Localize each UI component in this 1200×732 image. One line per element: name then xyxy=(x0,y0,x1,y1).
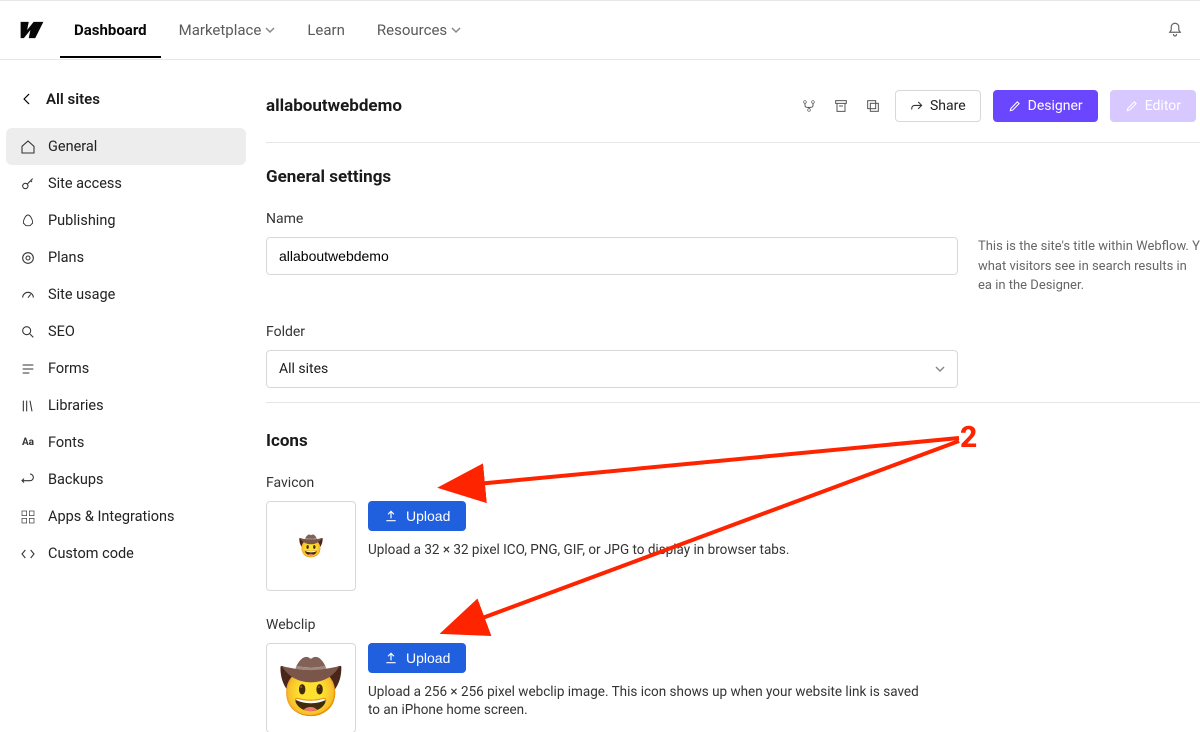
nav-resources-label: Resources xyxy=(377,21,447,39)
upload-label: Upload xyxy=(406,508,450,524)
sidebar-item-label: Libraries xyxy=(48,397,104,414)
bell-icon[interactable] xyxy=(1166,21,1184,39)
nav-marketplace-label: Marketplace xyxy=(179,21,262,39)
name-input[interactable] xyxy=(266,237,958,275)
copy-icon[interactable] xyxy=(863,96,883,116)
editor-label: Editor xyxy=(1145,98,1181,114)
sidebar-list: General Site access Publishing Plans Sit… xyxy=(0,128,252,572)
sidebar-item-label: Fonts xyxy=(48,434,84,451)
sidebar-item-general[interactable]: General xyxy=(6,128,246,165)
sidebar-item-label: Apps & Integrations xyxy=(48,508,175,525)
favicon-preview: 🤠 xyxy=(266,501,356,591)
sidebar-item-custom-code[interactable]: Custom code xyxy=(6,535,246,572)
divider xyxy=(266,402,1200,403)
home-icon xyxy=(20,139,36,155)
sidebar-item-plans[interactable]: Plans xyxy=(6,239,246,276)
webclip-row: 🤠 Upload Upload a 256 × 256 pixel webcli… xyxy=(266,643,1200,732)
name-row: Name This is the site's title within Web… xyxy=(266,211,1200,296)
rocket-icon xyxy=(20,213,36,229)
main: All sites General Site access Publishing… xyxy=(0,60,1200,732)
sidebar-item-label: Backups xyxy=(48,471,103,488)
folder-label: Folder xyxy=(266,324,958,340)
webflow-logo[interactable] xyxy=(18,16,46,44)
sidebar-item-label: Site access xyxy=(48,175,122,192)
sidebar-item-site-usage[interactable]: Site usage xyxy=(6,276,246,313)
annotation-number: 2 xyxy=(960,420,977,455)
upload-icon xyxy=(384,509,398,523)
favicon-help: Upload a 32 × 32 pixel ICO, PNG, GIF, or… xyxy=(368,541,789,560)
webclip-help: Upload a 256 × 256 pixel webclip image. … xyxy=(368,683,928,721)
name-label: Name xyxy=(266,211,958,227)
topnav: Dashboard Marketplace Learn Resources xyxy=(0,0,1200,60)
branch-icon[interactable] xyxy=(799,96,819,116)
editor-button[interactable]: Editor xyxy=(1110,90,1196,122)
folder-row: Folder All sites xyxy=(266,324,1200,388)
name-help-text: This is the site's title within Webflow.… xyxy=(978,211,1200,296)
header-actions: Share Designer Editor xyxy=(799,90,1200,122)
nav-dashboard[interactable]: Dashboard xyxy=(70,21,151,39)
books-icon xyxy=(20,398,36,414)
section-general-title: General settings xyxy=(266,167,1200,187)
chevron-down-icon xyxy=(935,364,945,374)
sidebar-item-label: Plans xyxy=(48,249,84,266)
font-icon: Aa xyxy=(20,435,36,451)
header-row: allaboutwebdemo Share Designer Editor xyxy=(266,80,1200,143)
sidebar-item-label: SEO xyxy=(48,323,75,340)
favicon-row: 🤠 Upload Upload a 32 × 32 pixel ICO, PNG… xyxy=(266,501,1200,591)
back-all-sites[interactable]: All sites xyxy=(0,78,252,128)
sidebar-item-libraries[interactable]: Libraries xyxy=(6,387,246,424)
search-icon xyxy=(20,324,36,340)
target-icon xyxy=(20,250,36,266)
content: allaboutwebdemo Share Designer Editor xyxy=(252,60,1200,732)
sidebar-item-backups[interactable]: Backups xyxy=(6,461,246,498)
chevron-down-icon xyxy=(451,25,461,35)
lines-icon xyxy=(20,361,36,377)
pencil-icon xyxy=(1125,99,1139,113)
nav-resources[interactable]: Resources xyxy=(373,21,465,39)
favicon-upload-button[interactable]: Upload xyxy=(368,501,466,531)
sidebar-item-apps[interactable]: Apps & Integrations xyxy=(6,498,246,535)
undo-icon xyxy=(20,472,36,488)
sidebar-item-label: Forms xyxy=(48,360,89,377)
key-icon xyxy=(20,176,36,192)
folder-value: All sites xyxy=(279,361,328,377)
webclip-preview: 🤠 xyxy=(266,643,356,732)
sidebar-item-label: Publishing xyxy=(48,212,115,229)
page-title: allaboutwebdemo xyxy=(266,96,402,116)
section-icons-title: Icons xyxy=(266,431,1200,451)
chevron-down-icon xyxy=(265,25,275,35)
sidebar-item-publishing[interactable]: Publishing xyxy=(6,202,246,239)
back-label: All sites xyxy=(46,90,100,108)
sidebar-item-site-access[interactable]: Site access xyxy=(6,165,246,202)
archive-icon[interactable] xyxy=(831,96,851,116)
sidebar-item-fonts[interactable]: Aa Fonts xyxy=(6,424,246,461)
arrow-left-icon xyxy=(20,92,34,106)
folder-select[interactable]: All sites xyxy=(266,350,958,388)
pencil-icon xyxy=(1008,99,1022,113)
designer-button[interactable]: Designer xyxy=(993,90,1098,122)
sidebar-item-seo[interactable]: SEO xyxy=(6,313,246,350)
sidebar-item-label: Custom code xyxy=(48,545,134,562)
nav-learn[interactable]: Learn xyxy=(303,21,349,39)
sidebar-item-label: General xyxy=(48,138,97,155)
share-label: Share xyxy=(930,98,966,114)
sidebar-item-forms[interactable]: Forms xyxy=(6,350,246,387)
webclip-label: Webclip xyxy=(266,617,1200,633)
share-button[interactable]: Share xyxy=(895,90,981,122)
favicon-label: Favicon xyxy=(266,475,1200,491)
gauge-icon xyxy=(20,287,36,303)
upload-icon xyxy=(384,651,398,665)
webclip-upload-button[interactable]: Upload xyxy=(368,643,466,673)
grid-icon xyxy=(20,509,36,525)
nav-marketplace[interactable]: Marketplace xyxy=(175,21,280,39)
code-icon xyxy=(20,546,36,562)
designer-label: Designer xyxy=(1028,98,1083,114)
sidebar: All sites General Site access Publishing… xyxy=(0,60,252,732)
upload-label: Upload xyxy=(406,650,450,666)
share-icon xyxy=(910,99,924,113)
sidebar-item-label: Site usage xyxy=(48,286,115,303)
